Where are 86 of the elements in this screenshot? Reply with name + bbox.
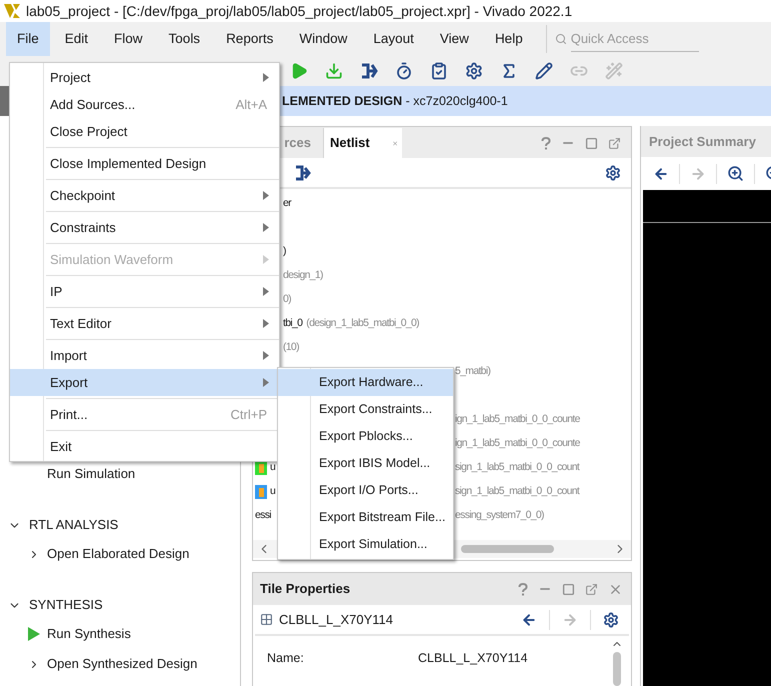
submenu-arrow-icon — [263, 191, 269, 200]
settings-icon[interactable] — [465, 62, 483, 80]
tree-node-label[interactable]: tbi_0 — [283, 316, 302, 332]
help-icon[interactable] — [541, 136, 551, 150]
settings-icon[interactable] — [605, 164, 621, 180]
tree-node-detail: (10) — [283, 340, 299, 356]
submenu-arrow-icon — [263, 319, 269, 328]
tree-node-detail: design_1) — [283, 268, 323, 284]
tree-node-detail: 0) — [283, 292, 291, 308]
menu-item[interactable]: Export I/O Ports... — [278, 477, 453, 504]
menu-item[interactable]: Reports — [215, 22, 284, 56]
pencil-icon[interactable] — [535, 62, 553, 80]
menu-item[interactable]: Layout — [362, 22, 425, 56]
timer-icon[interactable] — [395, 62, 413, 80]
tree-node-detail: ign_1_lab5_matbi_0_0_counte — [455, 412, 580, 428]
tree-node-label[interactable]: ) — [283, 244, 286, 260]
tree-node-detail: (design_1_lab5_matbi_0_0) — [306, 316, 419, 332]
maximize-icon[interactable] — [585, 136, 598, 150]
menu-item[interactable]: IP — [10, 278, 279, 305]
zoom-in-icon[interactable] — [727, 165, 744, 182]
menu-item[interactable]: Export — [10, 369, 279, 396]
tree-node-label[interactable]: essi — [255, 508, 271, 524]
submenu-arrow-icon — [263, 255, 269, 264]
tree-node-detail: sign_1_lab5_matbi_0_0_count — [455, 460, 580, 476]
collapse-icon[interactable] — [295, 164, 311, 180]
menu-item[interactable]: Edit — [54, 22, 100, 56]
tree-node-detail: sign_1_lab5_matbi_0_0_count — [455, 484, 580, 500]
flow-link[interactable]: Run Simulation — [47, 464, 136, 484]
run-icon — [28, 627, 40, 641]
tile-name: CLBLL_L_X70Y114 — [279, 610, 394, 629]
quick-access-field[interactable]: Quick Access — [570, 26, 699, 52]
menu-item[interactable]: Export Bitstream File... — [278, 504, 453, 531]
menu-item[interactable]: Flow — [103, 22, 154, 56]
menu-item[interactable]: Export Constraints... — [278, 396, 453, 423]
back-icon[interactable] — [653, 166, 669, 182]
flow-link[interactable]: Run Synthesis — [47, 624, 131, 644]
menu-item[interactable]: Print... Ctrl+P — [10, 401, 279, 428]
panel-tab[interactable]: Netlist — [324, 128, 402, 158]
menu-item[interactable]: File — [6, 22, 50, 56]
search-icon — [554, 33, 567, 45]
tree-node-label[interactable]: er — [283, 196, 291, 212]
tree-node-label[interactable]: u — [270, 460, 276, 476]
settings-icon[interactable] — [603, 612, 619, 628]
menu-item[interactable]: Text Editor — [10, 310, 279, 337]
submenu-arrow-icon — [263, 73, 269, 82]
menu-item[interactable]: Export Pblocks... — [278, 423, 453, 450]
menu-item[interactable]: Export Hardware... — [278, 369, 453, 396]
back-icon[interactable] — [521, 612, 537, 628]
maximize-icon[interactable] — [562, 582, 575, 596]
float-icon[interactable] — [608, 136, 621, 150]
tile-icon — [260, 613, 273, 626]
window-title: lab05_project - [C:/dev/fpga_proj/lab05/lab05_project/lab05_project.xpr] - Vivado 2022.1 — [26, 2, 572, 21]
panel-title: Tile Properties — [260, 580, 352, 598]
scrollbar-thumb[interactable] — [461, 545, 554, 553]
property-value: CLBLL_L_X70Y114 — [418, 650, 528, 667]
menu-item[interactable]: Constraints — [10, 214, 279, 241]
flow-link[interactable]: Open Elaborated Design — [47, 544, 190, 564]
float-icon[interactable] — [585, 582, 598, 596]
menu-item[interactable]: Window — [288, 22, 358, 56]
bracket-icon[interactable] — [360, 62, 378, 80]
menu-item[interactable]: Export IBIS Model... — [278, 450, 453, 477]
menu-item[interactable]: Export Simulation... — [278, 531, 453, 558]
submenu-arrow-icon — [263, 378, 269, 387]
menu-item[interactable]: Import — [10, 342, 279, 369]
app-logo-icon — [4, 4, 20, 18]
tree-node-detail: essing_system7_0_0) — [455, 508, 544, 524]
menu-item[interactable]: Add Sources... Alt+A — [10, 91, 279, 118]
tree-node-label[interactable]: u — [270, 484, 276, 500]
property-name: Name: — [267, 650, 305, 667]
menu-item[interactable]: Checkpoint — [10, 182, 279, 209]
section-title: RTL ANALYSIS — [29, 516, 118, 534]
clipboard-icon[interactable] — [430, 62, 448, 80]
menu-item[interactable]: Exit — [10, 433, 279, 460]
submenu-arrow-icon — [263, 287, 269, 296]
tree-node-detail: ign_1_lab5_matbi_0_0_counte — [455, 436, 580, 452]
submenu-arrow-icon — [263, 351, 269, 360]
tree-node-detail: 5_matbi) — [455, 364, 490, 380]
section-title: SYNTHESIS — [29, 596, 103, 614]
menu-item[interactable]: Project — [10, 64, 279, 91]
submenu-arrow-icon — [263, 223, 269, 232]
menu-item[interactable]: Tools — [158, 22, 212, 56]
menu-item[interactable]: Help — [484, 22, 534, 56]
banner-title: LEMENTED DESIGN - xc7z020clg400-1 — [282, 92, 508, 110]
menu-item[interactable]: View — [428, 22, 480, 56]
flow-link[interactable]: Open Synthesized Design — [47, 654, 198, 674]
help-icon[interactable] — [518, 582, 528, 596]
